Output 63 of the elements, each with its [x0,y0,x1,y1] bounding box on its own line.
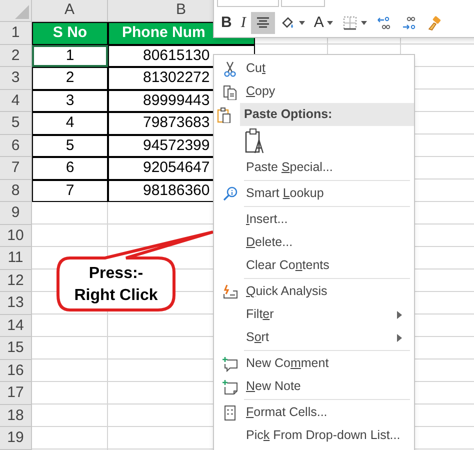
row-header[interactable]: 18 [0,404,32,427]
font-color-button[interactable]: A [310,12,337,34]
column-header[interactable]: A [32,0,108,22]
menu-item[interactable]: Delete... [214,231,414,254]
note-icon [222,378,238,394]
row-header[interactable]: 2 [0,44,32,67]
row-header[interactable]: 11 [0,247,32,270]
row-header[interactable]: 13 [0,292,32,314]
row-header[interactable]: 3 [0,67,32,90]
menu-item[interactable]: New Comment [214,352,414,375]
scissors-icon [222,60,238,76]
menu-item[interactable]: Quick Analysis [214,280,414,303]
table-cell: 6 [32,157,108,180]
submenu-arrow-icon [397,334,402,342]
menu-item[interactable]: Filter [214,303,414,326]
header-cell: S No [32,22,108,44]
paintbrush-icon [426,15,442,31]
border-grid-icon [342,15,358,31]
menu-item[interactable]: Clear Contents [214,254,414,277]
format-cells-icon [222,404,238,420]
row-header[interactable]: 14 [0,314,32,337]
dropdown-caret-icon [360,21,367,25]
table-cell: 3 [32,90,108,112]
table-cell: 7 [32,180,108,202]
search-icon [222,186,238,202]
row-header[interactable]: 1 [0,22,32,44]
center-align-button[interactable] [250,12,275,34]
table-cell: 5 [32,134,108,157]
row-header[interactable]: 4 [0,90,32,112]
row-header[interactable]: 17 [0,382,32,404]
select-all-icon [15,5,29,19]
increase-decimal-icon [376,15,392,31]
clipboard-icon [216,106,232,122]
row-header[interactable]: 12 [0,270,32,292]
menu-item[interactable]: Sort [214,326,414,349]
copy-icon [222,84,238,100]
menu-item[interactable]: Pick From Drop-down List... [214,424,414,447]
quick-analysis-icon [222,284,238,300]
row-header[interactable]: 16 [0,360,32,382]
dropdown-caret-icon [298,21,305,25]
comment-icon [222,356,238,372]
row-header[interactable]: 7 [0,157,32,180]
callout-text: Right Click [74,286,158,306]
dropdown-caret-icon [326,21,333,25]
row-header[interactable]: 10 [0,224,32,247]
callout-text: Press:- [88,264,144,284]
row-header[interactable]: 6 [0,134,32,157]
paint-bucket-icon [280,15,296,31]
row-header[interactable]: 19 [0,427,32,450]
menu-item[interactable]: Insert... [214,208,414,231]
row-header[interactable]: 9 [0,202,32,224]
row-header[interactable]: 5 [0,112,32,134]
row-header[interactable]: 15 [0,337,32,360]
decrease-decimal-icon [400,15,417,31]
table-cell: 4 [32,112,108,134]
clipboard-letter-icon [244,128,264,154]
menu-item[interactable]: Format Cells... [214,401,414,424]
paste-keep-text-button[interactable] [243,126,265,156]
table-cell: 1 [32,44,108,67]
table-cell: 2 [32,67,108,90]
submenu-arrow-icon [397,310,402,318]
row-header[interactable]: 8 [0,180,32,202]
menu-item[interactable]: New Note [214,375,414,398]
